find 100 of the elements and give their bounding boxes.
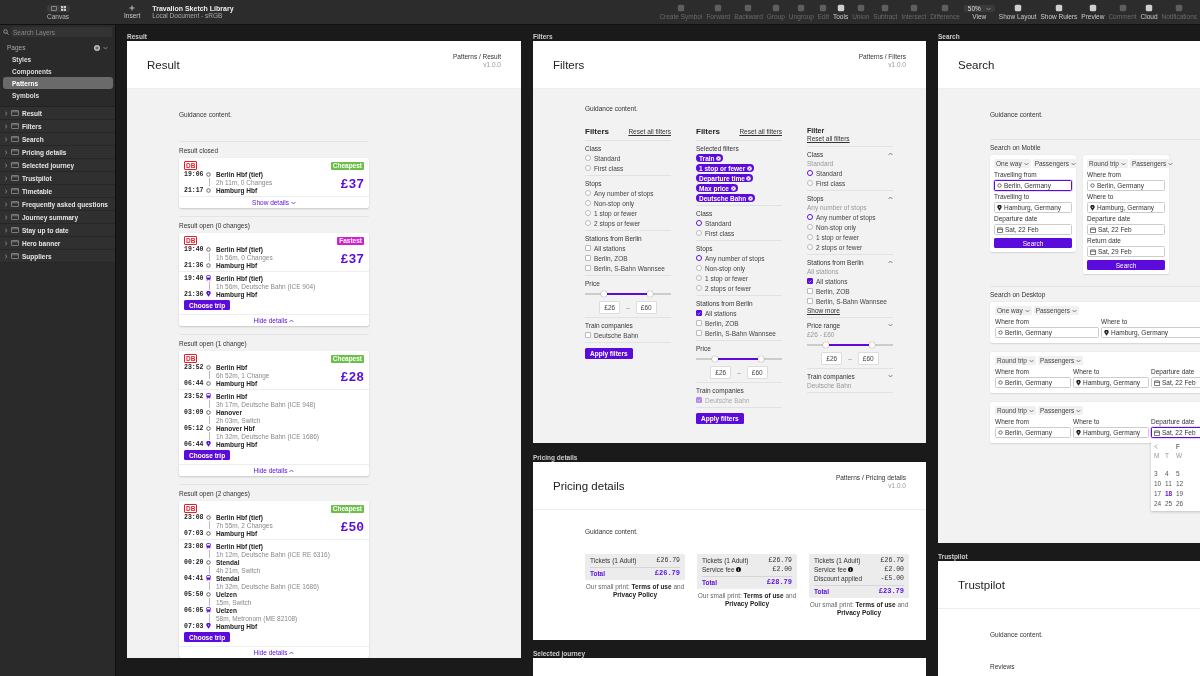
square-icon [836,4,845,12]
circle-icon [206,364,211,370]
radio-button[interactable] [585,190,591,196]
square-icon [1088,4,1097,12]
checkbox[interactable] [585,332,591,338]
square-icon [771,4,780,12]
slider-thumb[interactable] [711,356,718,362]
radio-button[interactable] [696,255,702,261]
chevron-icon [1121,161,1126,166]
plus-icon [129,5,136,11]
chevron-icon [1024,308,1030,313]
artboard-icon [11,175,19,181]
panel-title: Filters [696,127,720,136]
train-icon [206,393,211,399]
radio-button[interactable] [696,285,702,291]
pin-icon [206,441,211,447]
close-icon [746,165,752,171]
circle-icon [206,530,211,536]
pin-icon [1090,204,1095,211]
chevron-icon [1168,161,1174,166]
circle-icon [206,514,211,520]
pin-icon [997,204,1002,211]
radio-button[interactable] [696,265,702,271]
calendar-icon [1154,379,1160,386]
train-icon [206,607,211,613]
chevron-icon [1023,161,1029,166]
radio-button[interactable] [696,275,702,281]
grid-icon [60,5,66,11]
add-icon [94,44,100,51]
radio-button[interactable] [807,224,813,230]
circle-icon [998,380,1003,385]
artboard-icon [11,240,19,246]
radio-button[interactable] [807,244,813,250]
chevron-left-icon [1154,444,1158,449]
checkbox[interactable] [585,245,591,251]
square-icon [909,4,918,12]
chevron-icon [1076,358,1082,363]
close-icon [730,185,736,191]
checkbox[interactable] [696,320,702,326]
radio-button[interactable] [585,210,591,216]
chevron-icon [289,468,295,473]
circle-icon [206,246,211,252]
artboard-icon [11,149,19,155]
train-icon [206,543,211,549]
square-icon [856,4,865,12]
calendar-icon [997,226,1003,233]
train-icon [206,575,211,581]
artboard-icon [11,136,19,142]
square-icon [797,4,806,12]
circle-icon [206,425,211,431]
checkbox[interactable] [585,265,591,271]
slider-thumb[interactable] [758,356,765,362]
checkbox[interactable] [696,310,702,316]
radio-button[interactable] [696,220,702,226]
checkbox[interactable] [807,288,813,294]
circle-icon [206,409,211,415]
radio-button[interactable] [807,180,813,186]
radio-button[interactable] [585,155,591,161]
square-icon [676,4,685,12]
canvas-icon [50,5,57,11]
artboard-title: Pricing details [553,479,625,492]
price: £50 [340,519,364,535]
artboard-title: Filters [553,58,585,71]
train-icon [206,275,211,281]
circle-icon [206,380,211,386]
radio-button[interactable] [807,170,813,176]
chevron-icon [1071,161,1076,166]
radio-button[interactable] [585,165,591,171]
artboard-icon [11,253,19,259]
pin-icon [1076,429,1081,436]
square-icon [1013,4,1022,12]
square-icon [819,4,828,12]
square-icon [1145,4,1154,12]
radio-button[interactable] [585,200,591,206]
circle-icon [997,183,1002,188]
radio-button[interactable] [807,234,813,240]
search-icon [3,29,9,35]
slider-thumb[interactable] [869,342,876,348]
square-icon [714,4,723,12]
slider-thumb[interactable] [600,291,607,297]
artboard-icon [11,188,19,194]
artboard-icon [11,110,19,116]
calendar-icon [1090,226,1096,233]
square-icon [941,4,950,12]
checkbox[interactable] [807,278,813,284]
chevron-icon [1076,408,1082,413]
checkbox[interactable] [696,330,702,336]
checkbox[interactable] [807,298,813,304]
chevron-icon [289,650,295,655]
circle-icon [206,171,211,177]
radio-button[interactable] [807,214,813,220]
slider-thumb[interactable] [822,342,829,348]
slider-thumb[interactable] [647,291,654,297]
radio-button[interactable] [696,230,702,236]
checkbox[interactable] [585,255,591,261]
radio-button[interactable] [585,220,591,226]
pin-icon [206,291,211,297]
circle-icon [998,430,1003,435]
circle-icon [206,262,211,268]
artboard-title: Search [958,58,995,71]
